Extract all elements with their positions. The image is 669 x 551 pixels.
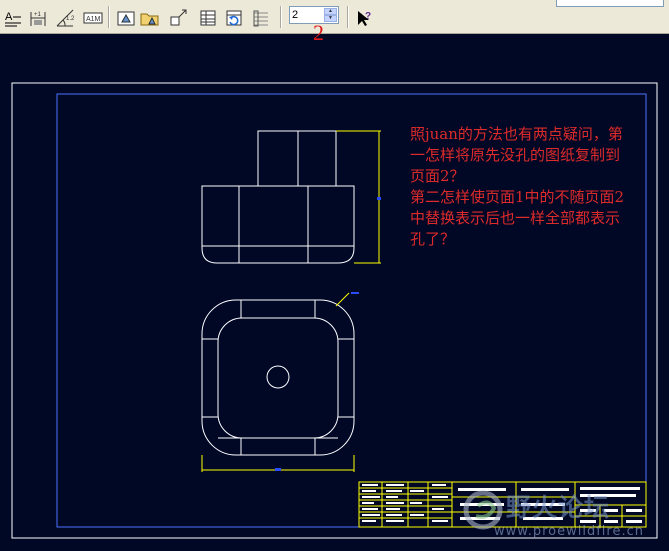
top-view-dimension <box>201 292 355 472</box>
regenerate-table-button[interactable] <box>224 8 244 28</box>
text-style-icon: A <box>5 11 21 27</box>
whats-this-help-icon: ? <box>358 11 371 26</box>
table-icon <box>200 10 216 26</box>
svg-text:A1M: A1M <box>86 16 101 23</box>
dimension-icon: +1 <box>30 12 46 26</box>
table-button[interactable] <box>198 8 218 28</box>
open-folder-view-icon <box>140 13 159 26</box>
spin-up-icon[interactable]: ▲ <box>324 8 337 15</box>
spin-down-icon[interactable]: ▼ <box>324 15 337 22</box>
dimension-marker <box>377 197 381 200</box>
open-folder-view-button[interactable] <box>140 8 160 28</box>
svg-text:A: A <box>5 11 13 23</box>
regenerate-table-icon <box>226 10 242 26</box>
watermark-title: 野火论坛 <box>506 493 611 522</box>
front-view <box>201 130 355 264</box>
view-button[interactable] <box>116 8 136 28</box>
svg-text:+1: +1 <box>34 12 42 18</box>
toolbar: A +1 1.2 A1M ▲ ▼ ? <box>0 0 669 34</box>
svg-text:?: ? <box>365 11 371 22</box>
dimension-button[interactable]: +1 <box>28 8 48 28</box>
hole-circle <box>266 365 290 389</box>
move-view-button[interactable] <box>168 8 188 28</box>
text-style-button[interactable]: A <box>3 8 23 28</box>
front-view-dimension <box>336 130 381 264</box>
datum-button[interactable]: A1M <box>83 8 103 28</box>
drawing-canvas[interactable] <box>0 34 669 551</box>
angle-dimension-button[interactable]: 1.2 <box>55 8 75 28</box>
whats-this-help-button[interactable]: ? <box>354 8 374 28</box>
top-view <box>201 299 355 456</box>
top-right-field[interactable] <box>556 0 664 7</box>
svg-text:1.2: 1.2 <box>66 16 75 22</box>
repeat-region-icon <box>253 10 268 27</box>
angle-dimension-icon: 1.2 <box>56 9 75 27</box>
repeat-region-button[interactable] <box>251 8 271 28</box>
watermark-url: www.proewildfire.cn <box>494 524 644 539</box>
annotation-note: 照juan的方法也有两点疑问，第一怎样将原先没孔的图纸复制到页面2？ 第二怎样使… <box>410 125 625 248</box>
view-icon <box>117 11 135 26</box>
forum-watermark: 野火论坛 www.proewildfire.cn <box>458 484 663 544</box>
move-view-icon <box>170 9 187 26</box>
datum-icon: A1M <box>83 12 103 24</box>
